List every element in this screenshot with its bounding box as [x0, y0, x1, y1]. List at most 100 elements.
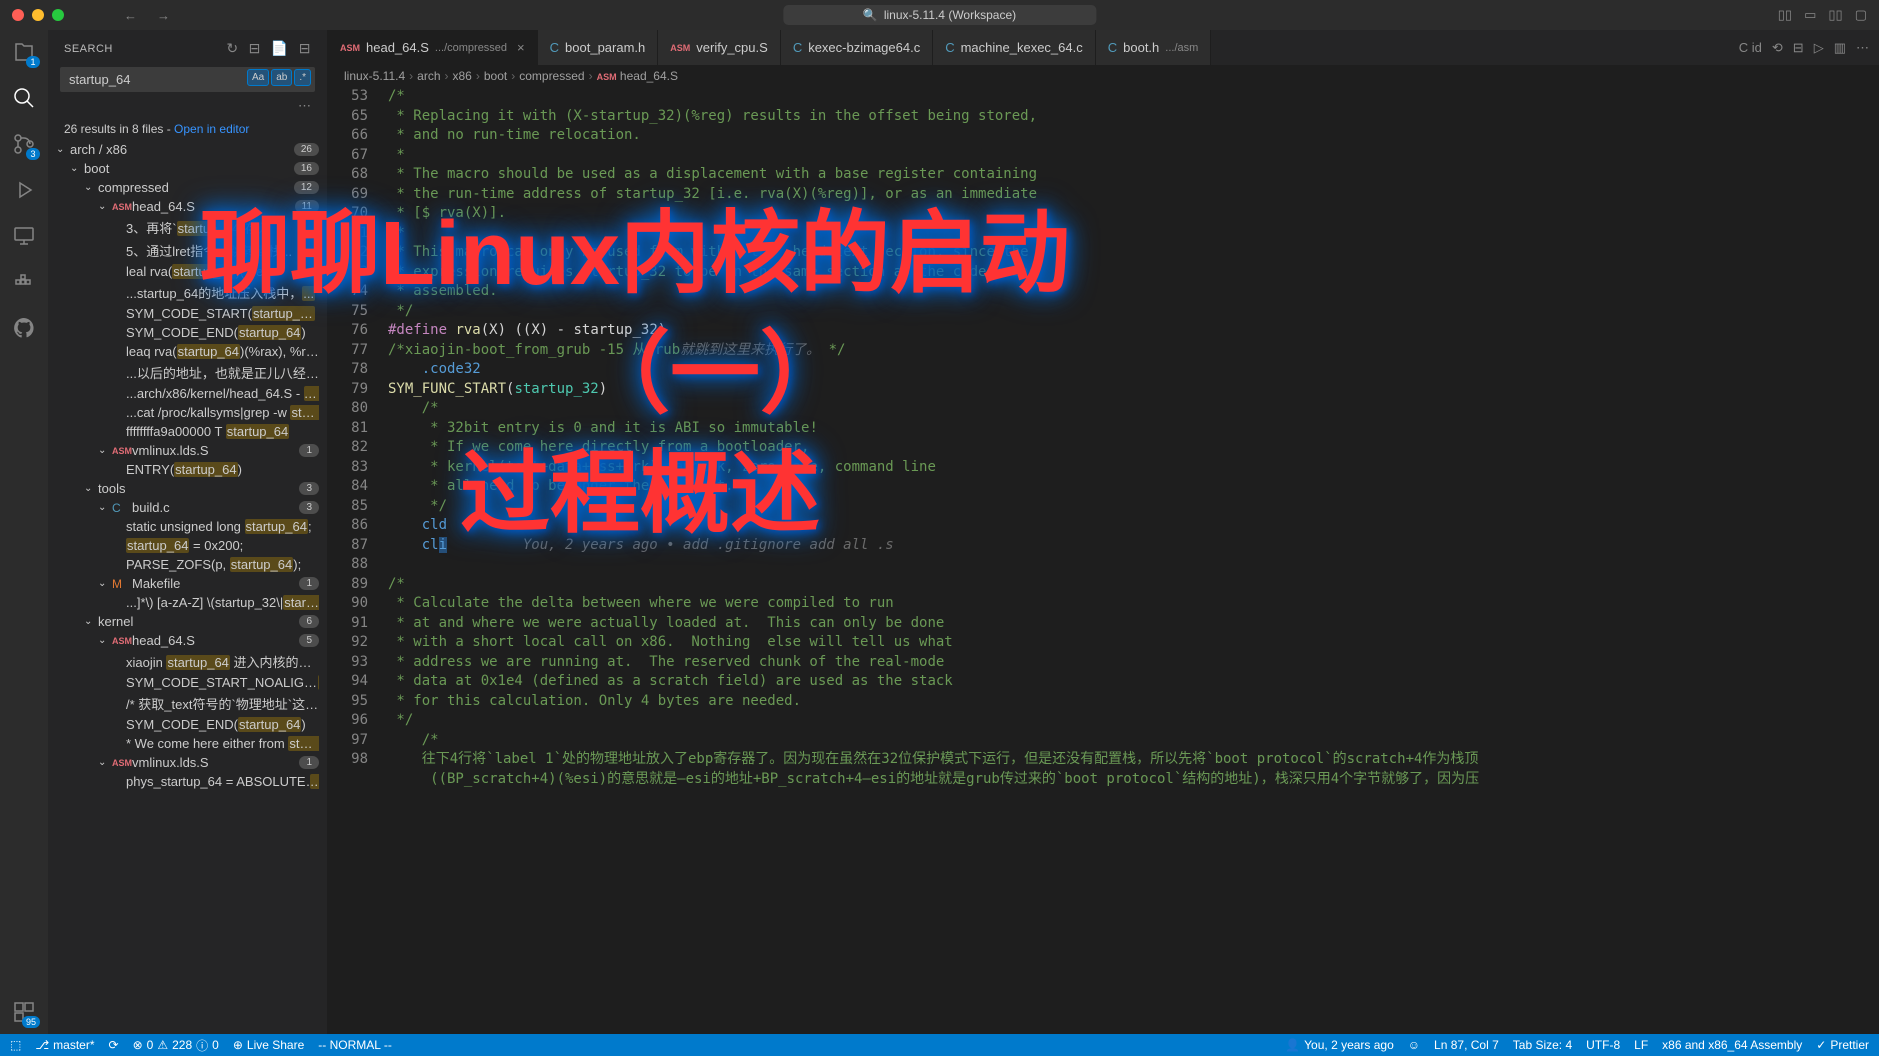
breadcrumb-item[interactable]: compressed: [519, 69, 584, 83]
run-debug-icon[interactable]: [12, 178, 36, 202]
new-search-icon[interactable]: 📄: [271, 40, 289, 57]
prettier[interactable]: ✓ Prettier: [1816, 1038, 1869, 1052]
breadcrumb[interactable]: linux-5.11.4›arch›x86›boot›compressed›AS…: [328, 65, 1879, 87]
tab[interactable]: Ckexec-bzimage64.c: [781, 30, 933, 65]
tree-folder[interactable]: ⌄arch / x8626: [48, 140, 327, 159]
search-result[interactable]: SYM_CODE_END(startup_64): [48, 323, 327, 342]
diff-icon[interactable]: ⊟: [1793, 40, 1804, 56]
close-icon[interactable]: ×: [517, 40, 525, 55]
clear-icon[interactable]: ⊟: [249, 40, 261, 57]
search-icon[interactable]: [12, 86, 36, 110]
extensions-icon[interactable]: 95: [12, 1000, 36, 1024]
search-result[interactable]: ...startup_64的地址压入栈中，...: [48, 281, 327, 304]
git-blame[interactable]: 👤 You, 2 years ago: [1285, 1038, 1394, 1052]
tab[interactable]: Cboot.h.../asm: [1096, 30, 1212, 65]
breadcrumb-item[interactable]: arch: [417, 69, 440, 83]
cursor-position[interactable]: Ln 87, Col 7: [1434, 1038, 1499, 1052]
toggle-panel-bottom-icon[interactable]: ▭: [1804, 7, 1816, 23]
maximize-window[interactable]: [52, 9, 64, 21]
search-result[interactable]: xiaojin startup_64 进入内核的第一行代码运...: [48, 650, 327, 673]
more-icon[interactable]: ⋯: [1856, 40, 1869, 56]
search-result[interactable]: ffffffffa9a00000 T startup_64: [48, 422, 327, 441]
tab[interactable]: ASMverify_cpu.S: [658, 30, 781, 65]
code-content[interactable]: /* * Replacing it with (X-startup_32)(%r…: [388, 87, 1879, 1034]
split-icon[interactable]: ▥: [1834, 40, 1846, 56]
search-result[interactable]: 5、通过lret指令，跳转到栈...: [48, 239, 327, 262]
source-control-icon[interactable]: 3: [12, 132, 36, 156]
nav-forward[interactable]: →: [157, 8, 170, 23]
tree-folder[interactable]: ⌄MMakefile1: [48, 574, 327, 593]
toggle-panel-right-icon[interactable]: ▯▯: [1828, 7, 1842, 23]
search-result[interactable]: startup_64 = 0x200;: [48, 536, 327, 555]
timeline-icon[interactable]: ⟲: [1772, 40, 1783, 56]
customize-layout-icon[interactable]: ▢: [1855, 7, 1867, 23]
problems[interactable]: ⊗ 0 ⚠ 228 ⓘ 0: [133, 1037, 219, 1054]
live-share[interactable]: ⊕ Live Share: [233, 1038, 304, 1052]
code-editor[interactable]: 5365666768697071727374757677787980818283…: [328, 87, 1879, 1034]
search-result[interactable]: SYM_CODE_END(startup_64): [48, 715, 327, 734]
tree-folder[interactable]: ⌄ASMvmlinux.lds.S1: [48, 441, 327, 460]
search-result[interactable]: static unsigned long startup_64;: [48, 517, 327, 536]
close-window[interactable]: [12, 9, 24, 21]
breadcrumb-item[interactable]: linux-5.11.4: [344, 69, 405, 83]
remote-indicator[interactable]: ⬚: [10, 1038, 21, 1052]
tree-label: /* 获取_text符号的`物理地址`这个符号跟本...: [126, 694, 319, 713]
tree-folder[interactable]: ⌄ASMvmlinux.lds.S1: [48, 753, 327, 772]
minimize-window[interactable]: [32, 9, 44, 21]
search-result[interactable]: leaq rva(startup_64)(%rax), %rax: [48, 342, 327, 361]
collapse-icon[interactable]: ⊟: [299, 40, 311, 57]
search-result[interactable]: SYM_CODE_START_NOALIGN(startup_6...: [48, 673, 327, 692]
chevron-down-icon: ⌄: [98, 578, 112, 589]
remote-icon[interactable]: [12, 224, 36, 248]
count-badge: 12: [294, 181, 319, 194]
tree-folder[interactable]: ⌄ASMhead_64.S5: [48, 631, 327, 650]
tree-folder[interactable]: ⌄boot16: [48, 159, 327, 178]
explorer-icon[interactable]: 1: [12, 40, 36, 64]
search-result[interactable]: ...arch/x86/kernel/head_64.S - startup_.…: [48, 384, 327, 403]
tab-size[interactable]: Tab Size: 4: [1513, 1038, 1572, 1052]
match-word[interactable]: ab: [271, 69, 292, 86]
search-result[interactable]: 3、再将`startup_64`存入: [48, 216, 327, 239]
tree-label: ...arch/x86/kernel/head_64.S - startup_.…: [126, 386, 319, 401]
command-center[interactable]: 🔍 linux-5.11.4 (Workspace): [783, 5, 1096, 25]
run-icon[interactable]: ▷: [1814, 40, 1824, 56]
search-result[interactable]: * We come here either from startup_64 (.…: [48, 734, 327, 753]
feedback-icon[interactable]: ☺: [1408, 1038, 1420, 1052]
tab[interactable]: Cmachine_kexec_64.c: [933, 30, 1096, 65]
tree-folder[interactable]: ⌄Cbuild.c3: [48, 498, 327, 517]
toggle-replace[interactable]: ⋯: [48, 98, 327, 118]
search-result[interactable]: phys_startup_64 = ABSOLUTE(startup...: [48, 772, 327, 791]
docker-icon[interactable]: [12, 270, 36, 294]
git-sync[interactable]: ⟳: [109, 1038, 119, 1052]
compare-icon[interactable]: C id: [1739, 40, 1762, 55]
search-result[interactable]: ...]*\) [a-zA-Z] \(startup_32\|startup_6…: [48, 593, 327, 612]
eol[interactable]: LF: [1634, 1038, 1648, 1052]
search-result[interactable]: PARSE_ZOFS(p, startup_64);: [48, 555, 327, 574]
tree-folder[interactable]: ⌄ASMhead_64.S11: [48, 197, 327, 216]
git-branch[interactable]: ⎇ master*: [35, 1038, 94, 1052]
breadcrumb-item[interactable]: x86: [453, 69, 472, 83]
search-result[interactable]: ENTRY(startup_64): [48, 460, 327, 479]
breadcrumb-item[interactable]: ASM head_64.S: [597, 69, 678, 83]
search-result[interactable]: leal rva(startup_64)(%e...: [48, 262, 327, 281]
tree-folder[interactable]: ⌄kernel6: [48, 612, 327, 631]
breadcrumb-item[interactable]: boot: [484, 69, 507, 83]
tree-folder[interactable]: ⌄tools3: [48, 479, 327, 498]
nav-back[interactable]: ←: [124, 8, 137, 23]
tab[interactable]: Cboot_param.h: [538, 30, 659, 65]
github-icon[interactable]: [12, 316, 36, 340]
search-result[interactable]: ...cat /proc/kallsyms|grep -w startup_64: [48, 403, 327, 422]
language-mode[interactable]: x86 and x86_64 Assembly: [1662, 1038, 1802, 1052]
tab[interactable]: ASMhead_64.S.../compressed×: [328, 30, 538, 65]
match-case[interactable]: Aa: [247, 69, 269, 86]
open-in-editor-link[interactable]: Open in editor: [174, 122, 249, 136]
search-result[interactable]: ...以后的地址，也就是正儿八经内核代码段...: [48, 361, 327, 384]
encoding[interactable]: UTF-8: [1586, 1038, 1620, 1052]
toggle-panel-left-icon[interactable]: ▯▯: [1778, 7, 1792, 23]
regex[interactable]: .*: [294, 69, 311, 86]
search-result[interactable]: SYM_CODE_START(startup_64) /*xiaoj...: [48, 304, 327, 323]
refresh-icon[interactable]: ↻: [226, 40, 238, 57]
search-results-tree[interactable]: ⌄arch / x8626⌄boot16⌄compressed12⌄ASMhea…: [48, 140, 327, 1034]
tree-folder[interactable]: ⌄compressed12: [48, 178, 327, 197]
search-result[interactable]: /* 获取_text符号的`物理地址`这个符号跟本...: [48, 692, 327, 715]
